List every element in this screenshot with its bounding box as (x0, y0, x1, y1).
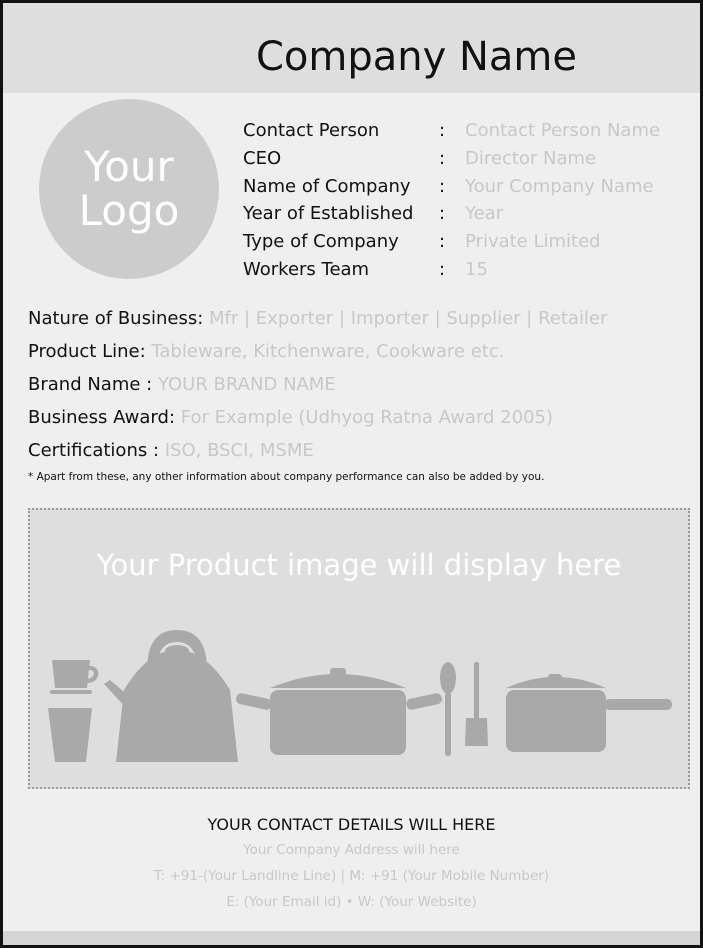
contact-web: E: (Your Email id) • W: (Your Website) (226, 894, 477, 910)
footer-band (3, 931, 700, 945)
kettle-icon (104, 630, 238, 762)
info-value: Your Company Name (465, 175, 654, 197)
cup-icon (50, 660, 99, 694)
profile-page: Company Name Your Logo Contact Person : … (0, 0, 703, 948)
info-row-contact-person: Contact Person : Contact Person Name (243, 117, 660, 145)
detail-product-line: Product Line: Tableware, Kitchenware, Co… (28, 338, 607, 371)
cookware-illustration (48, 630, 672, 762)
info-separator: : (439, 231, 446, 253)
info-value: Year (465, 203, 504, 225)
glass-icon (48, 708, 92, 762)
spatula-icon (465, 662, 488, 746)
company-info-list: Contact Person : Contact Person Name CEO… (243, 117, 660, 284)
detail-value: YOUR BRAND NAME (157, 374, 336, 395)
info-separator: : (439, 175, 446, 197)
info-value: Private Limited (465, 231, 601, 253)
logo-text-line1: Your (84, 141, 174, 191)
detail-value: For Example (Udhyog Ratna Award 2005) (180, 407, 554, 428)
detail-label: Product Line: (28, 341, 146, 362)
detail-certifications: Certifications : ISO, BSCI, MSME (28, 437, 607, 470)
saucepan-icon (506, 674, 672, 752)
info-row-company-type: Type of Company : Private Limited (243, 228, 660, 256)
info-row-workers-team: Workers Team : 15 (243, 256, 660, 284)
info-label: Workers Team (243, 258, 370, 280)
detail-label: Brand Name : (28, 374, 153, 395)
contact-phones: T: +91-(Your Landline Line) | M: +91 (Yo… (153, 868, 550, 884)
info-row-company-name: Name of Company : Your Company Name (243, 173, 660, 201)
info-label: Type of Company (243, 231, 399, 253)
info-separator: : (439, 203, 446, 225)
info-row-year-established: Year of Established : Year (243, 200, 660, 228)
pot-icon (236, 668, 442, 755)
footnote: * Apart from these, any other informatio… (28, 471, 545, 483)
detail-business-award: Business Award: For Example (Udhyog Ratn… (28, 404, 607, 437)
detail-nature-of-business: Nature of Business: Mfr | Exporter | Imp… (28, 305, 607, 338)
product-image-area: Your Product image will display here (28, 508, 690, 789)
detail-value: Tableware, Kitchenware, Cookware etc. (151, 341, 505, 362)
company-name-title: Company Name (255, 34, 577, 80)
detail-value: ISO, BSCI, MSME (164, 440, 314, 461)
detail-label: Certifications : (28, 440, 160, 461)
info-label: Year of Established (243, 203, 414, 225)
info-value: Director Name (465, 147, 597, 169)
info-value: Contact Person Name (465, 120, 661, 141)
detail-brand-name: Brand Name : YOUR BRAND NAME (28, 371, 607, 404)
detail-label: Business Award: (28, 407, 176, 428)
info-separator: : (439, 147, 446, 169)
spoon-icon (440, 662, 456, 756)
detail-label: Nature of Business: (28, 308, 204, 329)
info-separator: : (439, 120, 446, 141)
contact-address: Your Company Address will here (243, 842, 460, 858)
contact-section: YOUR CONTACT DETAILS WILL HERE Your Comp… (3, 813, 700, 915)
logo-text-line2: Logo (78, 186, 180, 235)
detail-value: Mfr | Exporter | Importer | Supplier | R… (209, 308, 608, 329)
info-label: Name of Company (243, 175, 411, 197)
contact-title: YOUR CONTACT DETAILS WILL HERE (207, 815, 496, 834)
info-value: 15 (465, 258, 488, 280)
info-label: CEO (243, 147, 282, 169)
logo-placeholder: Your Logo (39, 99, 219, 279)
info-row-ceo: CEO : Director Name (243, 145, 660, 173)
info-label: Contact Person (243, 120, 380, 141)
info-separator: : (439, 258, 446, 280)
business-details: Nature of Business: Mfr | Exporter | Imp… (28, 305, 607, 470)
